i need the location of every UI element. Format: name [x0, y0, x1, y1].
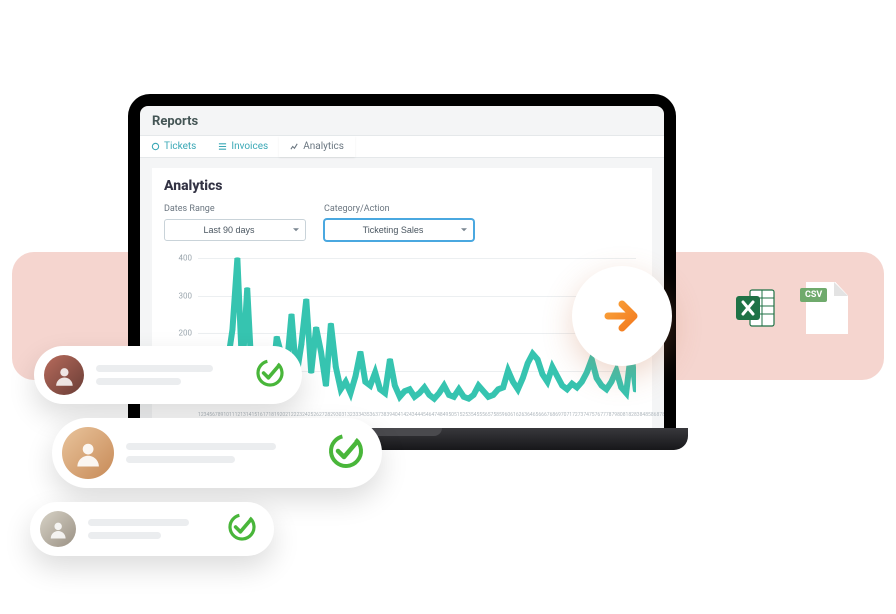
- date-range-label: Dates Range: [164, 204, 306, 214]
- category-label: Category/Action: [324, 204, 474, 214]
- card-content: [88, 519, 214, 539]
- excel-icon: [734, 286, 778, 330]
- check-circle-icon: [226, 511, 258, 547]
- tabs-bar: Tickets Invoices Analytics: [140, 135, 664, 158]
- tab-label: Tickets: [164, 141, 196, 152]
- analytics-icon: [290, 142, 299, 151]
- tab-analytics[interactable]: Analytics: [279, 136, 355, 157]
- check-circle-icon: [326, 431, 366, 475]
- category-select[interactable]: Ticketing Sales: [324, 219, 474, 241]
- date-range-select[interactable]: Last 90 days: [164, 219, 306, 241]
- panel-title: Analytics: [164, 178, 640, 194]
- avatar: [40, 511, 76, 547]
- ticket-icon: [151, 142, 160, 151]
- tab-label: Invoices: [231, 141, 268, 152]
- user-card-3: [30, 502, 274, 556]
- tab-label: Analytics: [303, 141, 344, 152]
- avatar: [44, 355, 84, 395]
- user-card-2: [52, 418, 382, 488]
- csv-icon: CSV: [806, 282, 848, 334]
- tab-invoices[interactable]: Invoices: [207, 136, 279, 157]
- avatar: [62, 427, 114, 479]
- user-card-1: [34, 346, 302, 404]
- check-circle-icon: [254, 357, 286, 393]
- export-arrow-icon: [572, 266, 672, 366]
- invoice-icon: [218, 142, 227, 151]
- page-title: Reports: [140, 106, 664, 135]
- card-content: [96, 365, 242, 385]
- export-group: CSV: [734, 282, 848, 334]
- tab-tickets[interactable]: Tickets: [140, 136, 207, 157]
- card-content: [126, 443, 314, 463]
